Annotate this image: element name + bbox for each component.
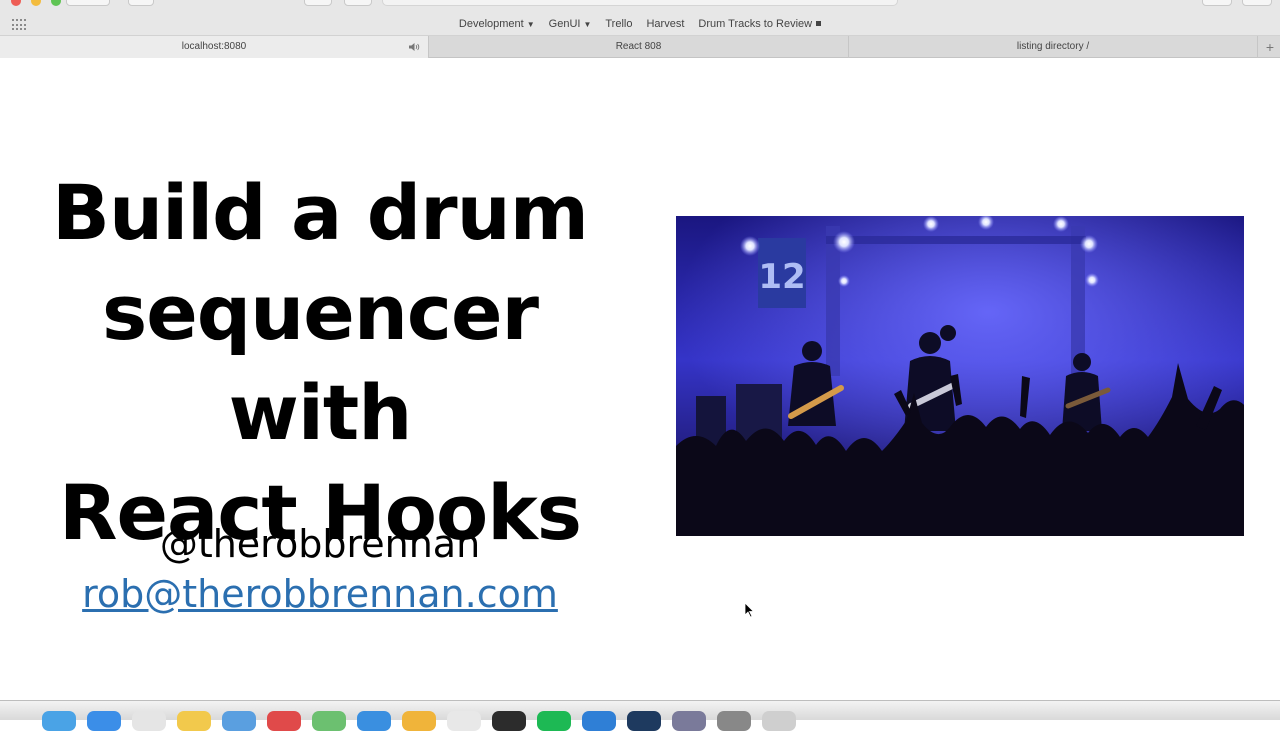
title-line: sequencer with — [101, 268, 539, 457]
address-bar[interactable]: localhost — [382, 0, 898, 6]
dock — [0, 700, 1280, 731]
window-title-bar: localhost — [0, 0, 1280, 14]
tab-listing-directory[interactable]: listing directory / — [849, 36, 1258, 58]
maximize-window-button[interactable] — [51, 0, 61, 6]
tab-bar: localhost:8080 React 808 listing directo… — [0, 36, 1280, 58]
favorite-trello[interactable]: Trello — [598, 18, 639, 30]
favorite-genui[interactable]: GenUI ▼ — [542, 18, 599, 30]
close-window-button[interactable] — [11, 0, 21, 6]
tab-label: listing directory / — [1016, 41, 1090, 52]
notes-icon[interactable] — [177, 711, 211, 731]
favorite-harvest[interactable]: Harvest — [639, 18, 691, 30]
terminal-icon[interactable] — [492, 711, 526, 731]
slide-title: Build a drum sequencer with React Hooks — [0, 163, 640, 563]
favorite-label: GenUI — [548, 18, 581, 30]
chevron-down-icon: ▼ — [583, 20, 592, 29]
concert-photo-image: 12 — [676, 216, 1244, 536]
tabs-overview-button[interactable] — [1242, 0, 1272, 6]
extension-button[interactable] — [304, 0, 332, 6]
system-preferences-icon[interactable] — [717, 711, 751, 731]
chrome-icon[interactable] — [402, 711, 436, 731]
concert-photo: 12 — [676, 216, 1244, 536]
finder-icon[interactable] — [42, 711, 76, 731]
stop-icon — [816, 21, 822, 26]
favorites-bar: Development ▼ GenUI ▼ Trello Harvest Drum … — [0, 14, 1280, 36]
chevron-down-icon: ▼ — [526, 20, 535, 29]
new-tab-plus-icon[interactable]: + — [1266, 40, 1274, 54]
favorite-drum-tracks[interactable]: Drum Tracks to Review — [691, 18, 828, 30]
tab-label: localhost:8080 — [181, 41, 247, 52]
favorite-development[interactable]: Development ▼ — [452, 18, 542, 30]
preview-icon[interactable] — [672, 711, 706, 731]
share-button[interactable] — [1202, 0, 1232, 6]
favorite-label: Drum Tracks to Review — [698, 18, 813, 30]
spotify-icon[interactable] — [537, 711, 571, 731]
app-store-icon[interactable] — [357, 711, 391, 731]
tab-react-808[interactable]: React 808 — [429, 36, 849, 58]
vscode-icon[interactable] — [582, 711, 616, 731]
minimize-window-button[interactable] — [31, 0, 41, 6]
tab-localhost[interactable]: localhost:8080 — [0, 36, 429, 58]
trash-icon[interactable] — [762, 711, 796, 731]
banner-number: 12 — [758, 257, 805, 297]
favorite-label: Development — [458, 18, 524, 30]
mouse-cursor-icon — [744, 602, 754, 618]
speaker-icon[interactable] — [408, 42, 420, 52]
slack-icon[interactable] — [447, 711, 481, 731]
mail-icon[interactable] — [222, 711, 256, 731]
title-line: Build a drum — [52, 168, 589, 257]
calendar-icon[interactable] — [132, 711, 166, 731]
email-link[interactable]: rob@therobbrennan.com — [0, 570, 640, 618]
photoshop-icon[interactable] — [627, 711, 661, 731]
maps-icon[interactable] — [312, 711, 346, 731]
reader-button[interactable] — [344, 0, 372, 6]
sidebar-button[interactable] — [128, 0, 154, 6]
twitter-handle: @therobbrennan — [159, 522, 481, 566]
news-icon[interactable] — [267, 711, 301, 731]
back-forward-buttons[interactable] — [66, 0, 110, 6]
tab-label: React 808 — [615, 41, 662, 52]
safari-icon[interactable] — [87, 711, 121, 731]
